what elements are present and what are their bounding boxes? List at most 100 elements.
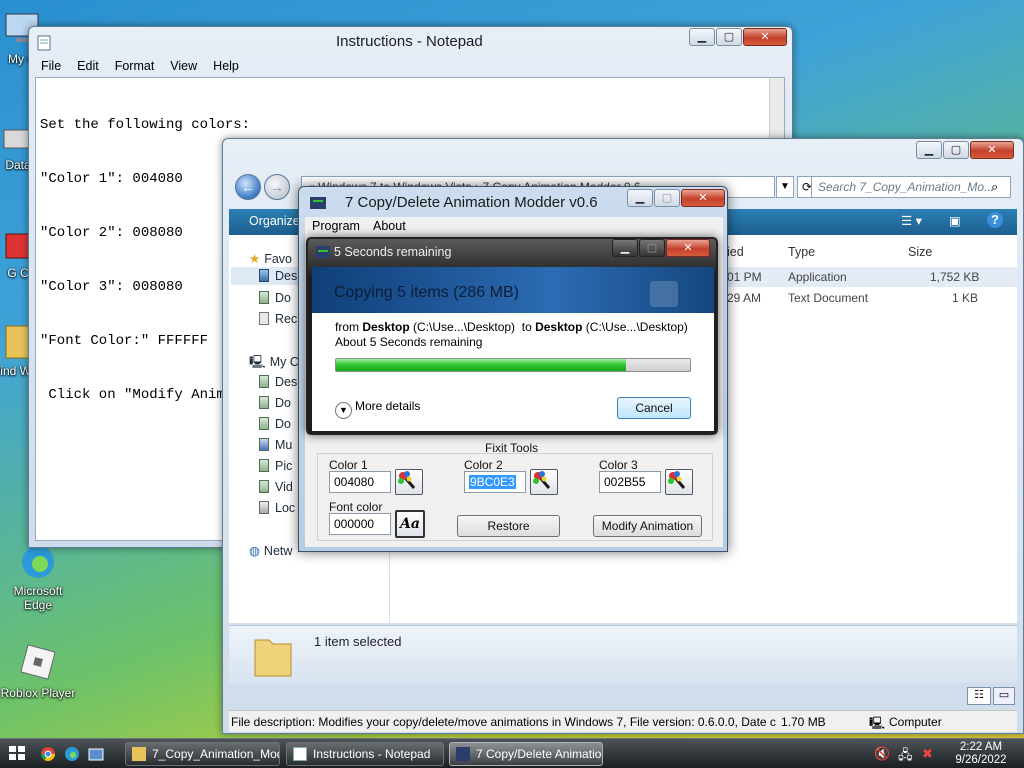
edge-icon [22, 546, 54, 578]
color2-input[interactable]: 9BC0E3 [464, 471, 526, 493]
help-icon[interactable]: ? [987, 212, 1003, 228]
close-button[interactable]: ✕ [970, 141, 1014, 159]
explorer-quicklaunch-icon[interactable] [88, 746, 104, 762]
desktop-icon-edge[interactable]: Microsoft Edge [0, 542, 76, 612]
videos-icon [259, 480, 269, 493]
status-bar: File description: Modifies your copy/del… [229, 710, 1017, 732]
close-button[interactable]: ✕ [743, 28, 787, 46]
chevron-down-icon: ▼ [335, 402, 352, 419]
restore-button[interactable]: Restore [457, 515, 560, 537]
tree-pictures[interactable]: Pic [259, 459, 292, 473]
action-center-icon[interactable]: ✖ [922, 746, 933, 762]
color3-label: Color 3 [599, 458, 638, 472]
close-button[interactable]: ✕ [666, 239, 710, 257]
menu-format[interactable]: Format [107, 59, 163, 73]
search-icon[interactable]: ⌕ [991, 179, 998, 195]
chrome-icon[interactable] [40, 746, 56, 762]
color3-input[interactable]: 002B55 [599, 471, 661, 493]
paintbrush-icon [533, 471, 551, 489]
tree-local-disk[interactable]: Loc [259, 501, 295, 515]
tree-music[interactable]: Mu [259, 438, 292, 452]
notepad-icon [293, 747, 307, 761]
color2-picker-button[interactable] [530, 469, 558, 495]
minimize-button[interactable]: ▁ [689, 28, 715, 46]
maximize-button[interactable]: ▢ [654, 189, 680, 207]
cell-type: Application [788, 270, 847, 284]
time-remaining: About 5 Seconds remaining [335, 335, 483, 349]
tree-my-computer[interactable]: 🖳 My C [249, 353, 299, 374]
menu-program[interactable]: Program [312, 219, 360, 233]
desktop-icon-roblox[interactable]: Roblox Player [0, 640, 76, 700]
view-options-icon[interactable]: ☰ ▾ [901, 213, 922, 228]
close-button[interactable]: ✕ [681, 189, 725, 207]
cancel-button[interactable]: Cancel [617, 397, 691, 419]
menu-about[interactable]: About [373, 219, 406, 233]
back-button[interactable]: ← [235, 174, 261, 200]
downloads-icon [259, 291, 269, 304]
tree-downloads[interactable]: Do [259, 291, 291, 305]
font-icon: Aa [400, 516, 420, 532]
font-color-input[interactable]: 000000 [329, 513, 391, 535]
source-name: Desktop [362, 320, 410, 334]
search-input[interactable]: Search 7_Copy_Animation_Mo... [811, 176, 1011, 198]
minimize-button[interactable]: ▁ [612, 239, 638, 257]
view-toggle-icon[interactable]: ☷ [967, 687, 991, 705]
forward-button[interactable]: → [264, 174, 290, 200]
start-button[interactable] [8, 745, 28, 763]
clock-time: 2:22 AM [959, 741, 1003, 753]
volume-muted-icon[interactable]: 🔇 [874, 746, 890, 762]
color3-picker-button[interactable] [665, 469, 693, 495]
menu-file[interactable]: File [33, 59, 69, 73]
folder-icon [259, 417, 269, 430]
status-location: Computer [889, 715, 942, 729]
copy-from-to: from Desktop (C:\Use...\Desktop) to Desk… [335, 320, 688, 334]
modder-title: 7 Copy/Delete Animation Modder v0.6 [345, 194, 598, 211]
tree-item[interactable]: Do [259, 417, 291, 431]
organize-button[interactable]: Organize [249, 214, 300, 228]
taskbar-item-notepad[interactable]: Instructions - Notepad [286, 742, 444, 766]
maximize-button[interactable]: ▢ [943, 141, 969, 159]
copy-progress-dialog[interactable]: 5 Seconds remaining ▁ ▢ ✕ Copying 5 item… [306, 237, 718, 435]
tree-item[interactable]: Des [259, 375, 297, 389]
cell-time: 01 PM [727, 270, 762, 284]
color1-input[interactable]: 004080 [329, 471, 391, 493]
view-toggle-icon[interactable]: ▭ [993, 687, 1015, 705]
menu-view[interactable]: View [162, 59, 205, 73]
tree-recent[interactable]: Rec [259, 312, 297, 326]
address-dropdown-icon[interactable]: ▼ [776, 176, 794, 198]
taskbar-item-explorer[interactable]: 7_Copy_Animation_Mod... [125, 742, 280, 766]
tree-videos[interactable]: Vid [259, 480, 293, 494]
paintbrush-icon [398, 471, 416, 489]
clock[interactable]: 2:22 AM 9/26/2022 [946, 741, 1016, 767]
preview-pane-icon[interactable]: ▣ [949, 213, 961, 228]
folder-icon [259, 396, 269, 409]
tree-favorites[interactable]: ★ Favo [249, 251, 292, 266]
notepad-titlebar[interactable]: Instructions - Notepad ▁ ▢ ✕ [29, 27, 792, 57]
maximize-button[interactable]: ▢ [716, 28, 742, 46]
modify-animation-button[interactable]: Modify Animation [593, 515, 702, 537]
source-path: (C:\Use...\Desktop) [413, 320, 516, 334]
desktop-icon-label: Roblox Player [0, 686, 76, 700]
menu-help[interactable]: Help [205, 59, 247, 73]
column-size[interactable]: Size [908, 245, 932, 259]
tree-network[interactable]: ◍ Netw [249, 543, 292, 558]
folder-icon [254, 639, 292, 677]
minimize-button[interactable]: ▁ [627, 189, 653, 207]
copy-dialog-title: 5 Seconds remaining [334, 245, 452, 259]
menu-edit[interactable]: Edit [69, 59, 107, 73]
font-picker-button[interactable]: Aa [395, 510, 425, 538]
maximize-button[interactable]: ▢ [639, 239, 665, 257]
windows-logo-icon [9, 746, 25, 760]
minimize-button[interactable]: ▁ [916, 141, 942, 159]
music-icon [259, 438, 269, 451]
more-details-toggle[interactable]: ▼ More details [335, 399, 420, 419]
taskbar-item-modder[interactable]: 7 Copy/Delete Animatio... [449, 742, 603, 766]
edge-icon[interactable] [64, 746, 80, 762]
selection-count: 1 item selected [314, 634, 402, 649]
column-type[interactable]: Type [788, 245, 815, 259]
tree-item[interactable]: Do [259, 396, 291, 410]
color2-selected-text: 9BC0E3 [469, 475, 516, 489]
network-icon[interactable]: 🖧 [898, 746, 913, 768]
color1-picker-button[interactable] [395, 469, 423, 495]
column-date-modified[interactable]: ied [727, 245, 744, 259]
